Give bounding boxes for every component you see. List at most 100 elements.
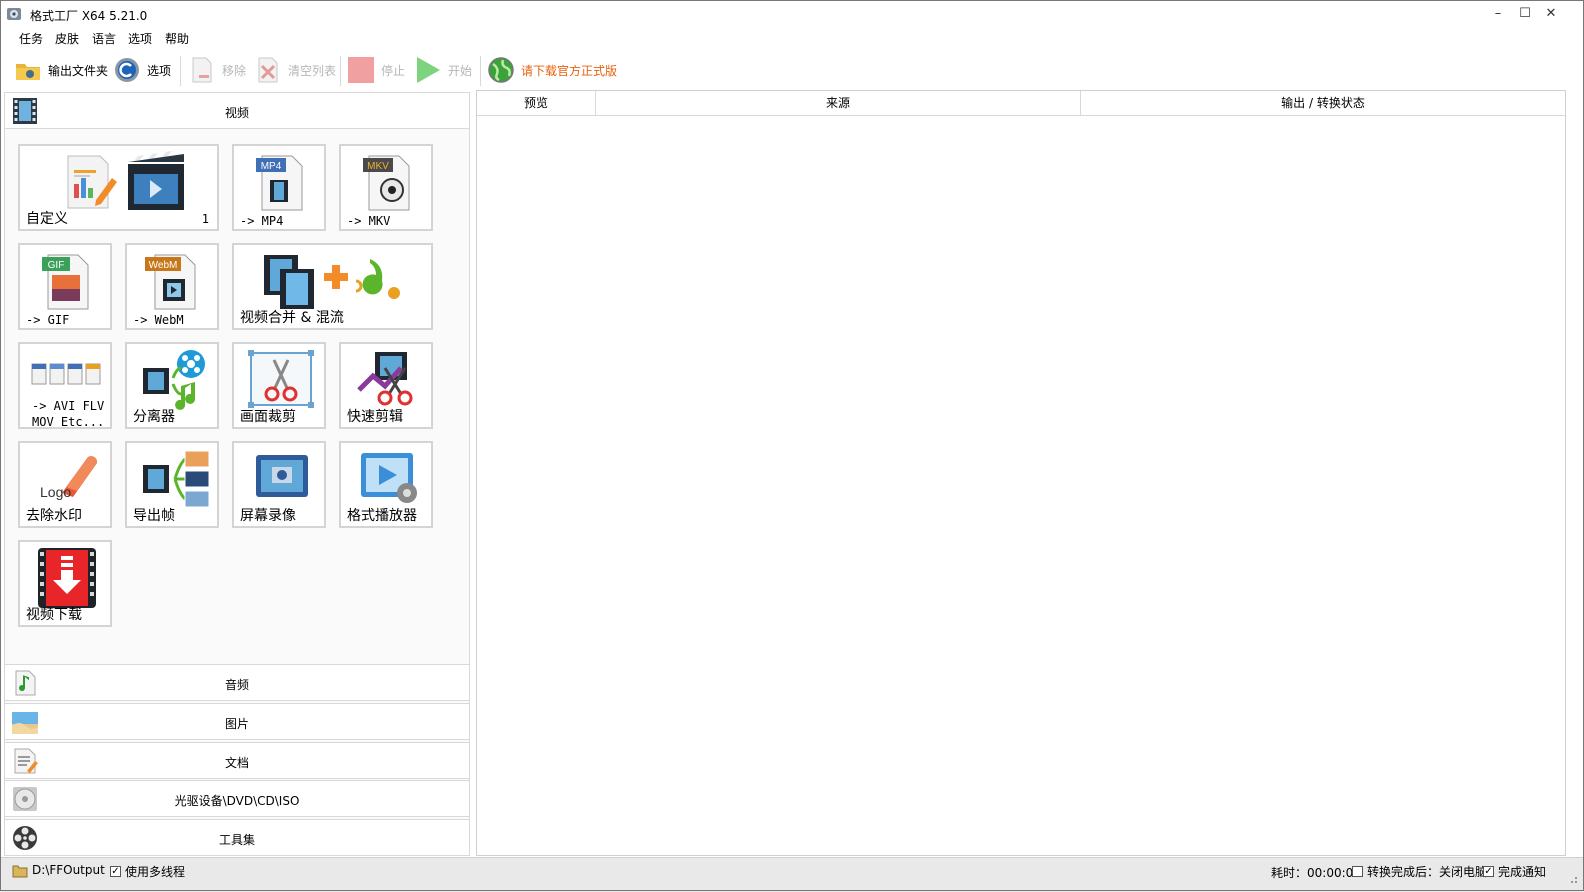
- tile-custom-count: 1: [201, 212, 209, 226]
- column-preview[interactable]: 预览: [477, 91, 596, 115]
- tile-avi-label-line2: MOV Etc...: [32, 415, 105, 429]
- category-audio[interactable]: 音频: [4, 664, 470, 701]
- remove-label: 移除: [222, 63, 247, 78]
- clapperboard-icon: [128, 151, 184, 210]
- remove-button[interactable]: 移除: [188, 52, 246, 88]
- quick-edit-icon: [357, 352, 413, 406]
- tile-webm-label: -> WebM: [133, 313, 184, 327]
- category-tools[interactable]: 工具集: [4, 819, 470, 856]
- tile-export-frames-label: 导出帧: [133, 508, 175, 524]
- tile-gif[interactable]: GIF -> GIF: [18, 243, 112, 330]
- tile-custom[interactable]: 自定义 1: [18, 144, 219, 231]
- tile-remove-watermark-label: 去除水印: [26, 508, 82, 524]
- output-path[interactable]: D:\FFOutput: [32, 863, 105, 877]
- download-official-label: 请下载官方正式版: [521, 63, 618, 78]
- tile-screen-record[interactable]: 屏幕录像: [232, 441, 326, 528]
- menu-skin[interactable]: 皮肤: [55, 30, 79, 47]
- output-folder-button[interactable]: 输出文件夹: [14, 52, 108, 88]
- menu-language[interactable]: 语言: [92, 30, 116, 47]
- start-label: 开始: [448, 63, 473, 78]
- tile-merge[interactable]: 视频合并 & 混流: [232, 243, 433, 330]
- clear-list-button[interactable]: 清空列表: [254, 52, 336, 88]
- options-button[interactable]: 选项: [113, 52, 171, 88]
- notify-label: 完成通知: [1498, 865, 1547, 879]
- mkv-badge: MKV: [367, 161, 389, 172]
- stop-icon: [348, 57, 374, 83]
- tile-webm[interactable]: WebM -> WebM: [125, 243, 219, 330]
- folder-icon: [16, 64, 40, 80]
- download-official-button[interactable]: 请下载官方正式版: [487, 52, 617, 88]
- tile-custom-label: 自定义: [26, 211, 68, 227]
- close-button[interactable]: ✕: [1537, 0, 1565, 28]
- tile-player-label: 格式播放器: [347, 508, 417, 524]
- screen-record-icon: [256, 455, 308, 497]
- tile-remove-watermark[interactable]: Logo 去除水印: [18, 441, 112, 528]
- notify-checkbox[interactable]: ✓: [1483, 866, 1494, 877]
- category-image-label: 图片: [224, 717, 249, 731]
- category-disc-label: 光驱设备\DVD\CD\ISO: [174, 794, 300, 808]
- tile-video-download[interactable]: 视频下载: [18, 540, 112, 627]
- column-output-status[interactable]: 输出 / 转换状态: [1081, 91, 1565, 115]
- player-icon: [361, 453, 417, 503]
- title-bar: 格式工厂 X64 5.21.0 – ☐ ✕: [0, 0, 1584, 28]
- tile-player[interactable]: 格式播放器: [339, 441, 433, 528]
- remove-document-icon: [192, 57, 212, 83]
- menu-bar: 任务 皮肤 语言 选项 帮助: [0, 28, 1584, 48]
- multithread-checkbox[interactable]: ✓: [110, 866, 121, 877]
- multithread-label: 使用多线程: [125, 865, 186, 879]
- category-audio-label: 音频: [224, 678, 249, 692]
- tile-splitter-label: 分离器: [133, 409, 175, 425]
- after-convert-label: 转换完成后：关闭电脑: [1367, 865, 1488, 879]
- gif-file-icon: GIF: [42, 254, 89, 310]
- menu-options[interactable]: 选项: [128, 30, 152, 47]
- mp4-badge: MP4: [261, 161, 282, 172]
- after-convert-checkbox[interactable]: [1352, 866, 1363, 877]
- clear-list-icon: [258, 57, 278, 83]
- tile-quick-edit[interactable]: 快速剪辑: [339, 342, 433, 429]
- category-image[interactable]: 图片: [4, 703, 470, 740]
- logo-text: Logo: [40, 484, 71, 500]
- toolbar: 输出文件夹 选项 移除 清空列表 停止 开始 请下载官方正式版: [0, 50, 1584, 90]
- video-download-icon: [38, 548, 96, 608]
- category-disc[interactable]: 光驱设备\DVD\CD\ISO: [4, 780, 470, 817]
- merge-mux-icon: [264, 255, 400, 309]
- minimize-button[interactable]: –: [1484, 0, 1512, 28]
- gif-badge: GIF: [48, 260, 65, 271]
- menu-help[interactable]: 帮助: [165, 30, 189, 47]
- webm-file-icon: WebM: [145, 254, 196, 310]
- output-folder-label: 输出文件夹: [48, 63, 109, 78]
- splitter-icon: [143, 350, 205, 410]
- category-video-label: 视频: [224, 106, 249, 120]
- elapsed-time: 耗时：00:00:00: [1271, 866, 1361, 880]
- tile-mp4[interactable]: MP4 -> MP4: [232, 144, 326, 231]
- maximize-button[interactable]: ☐: [1511, 0, 1539, 28]
- stop-button[interactable]: 停止: [347, 52, 405, 88]
- webm-badge: WebM: [149, 260, 178, 271]
- status-bar: D:\FFOutput ✓ 使用多线程 耗时：00:00:00 转换完成后：关闭…: [0, 857, 1584, 892]
- menu-tasks[interactable]: 任务: [19, 30, 43, 47]
- start-button[interactable]: 开始: [414, 52, 472, 88]
- tile-crop-label: 画面裁剪: [240, 409, 296, 425]
- tile-gif-label: -> GIF: [26, 313, 70, 327]
- eraser-icon: Logo: [40, 456, 98, 500]
- custom-report-icon: [67, 155, 117, 209]
- tile-avi-flv-mov[interactable]: -> AVI FLV MOV Etc...: [18, 342, 112, 429]
- tile-mkv[interactable]: MKV -> MKV: [339, 144, 433, 231]
- task-list[interactable]: [476, 90, 1566, 856]
- category-video[interactable]: 视频: [4, 92, 470, 129]
- category-document[interactable]: 文档: [4, 742, 470, 779]
- tile-crop[interactable]: 画面裁剪: [232, 342, 326, 429]
- toolbar-separator: [480, 56, 481, 86]
- options-label: 选项: [147, 63, 172, 78]
- clear-list-label: 清空列表: [288, 63, 337, 78]
- resize-grip-icon[interactable]: [1566, 872, 1578, 884]
- column-source[interactable]: 来源: [596, 91, 1081, 115]
- globe-icon: [488, 57, 514, 83]
- mkv-file-icon: MKV: [363, 155, 410, 211]
- tile-splitter[interactable]: 分离器: [125, 342, 219, 429]
- window-title: 格式工厂 X64 5.21.0: [30, 9, 148, 23]
- category-tools-label: 工具集: [218, 833, 255, 847]
- tile-quick-edit-label: 快速剪辑: [347, 409, 403, 425]
- tile-export-frames[interactable]: 导出帧: [125, 441, 219, 528]
- crop-scissors-icon: [248, 350, 314, 408]
